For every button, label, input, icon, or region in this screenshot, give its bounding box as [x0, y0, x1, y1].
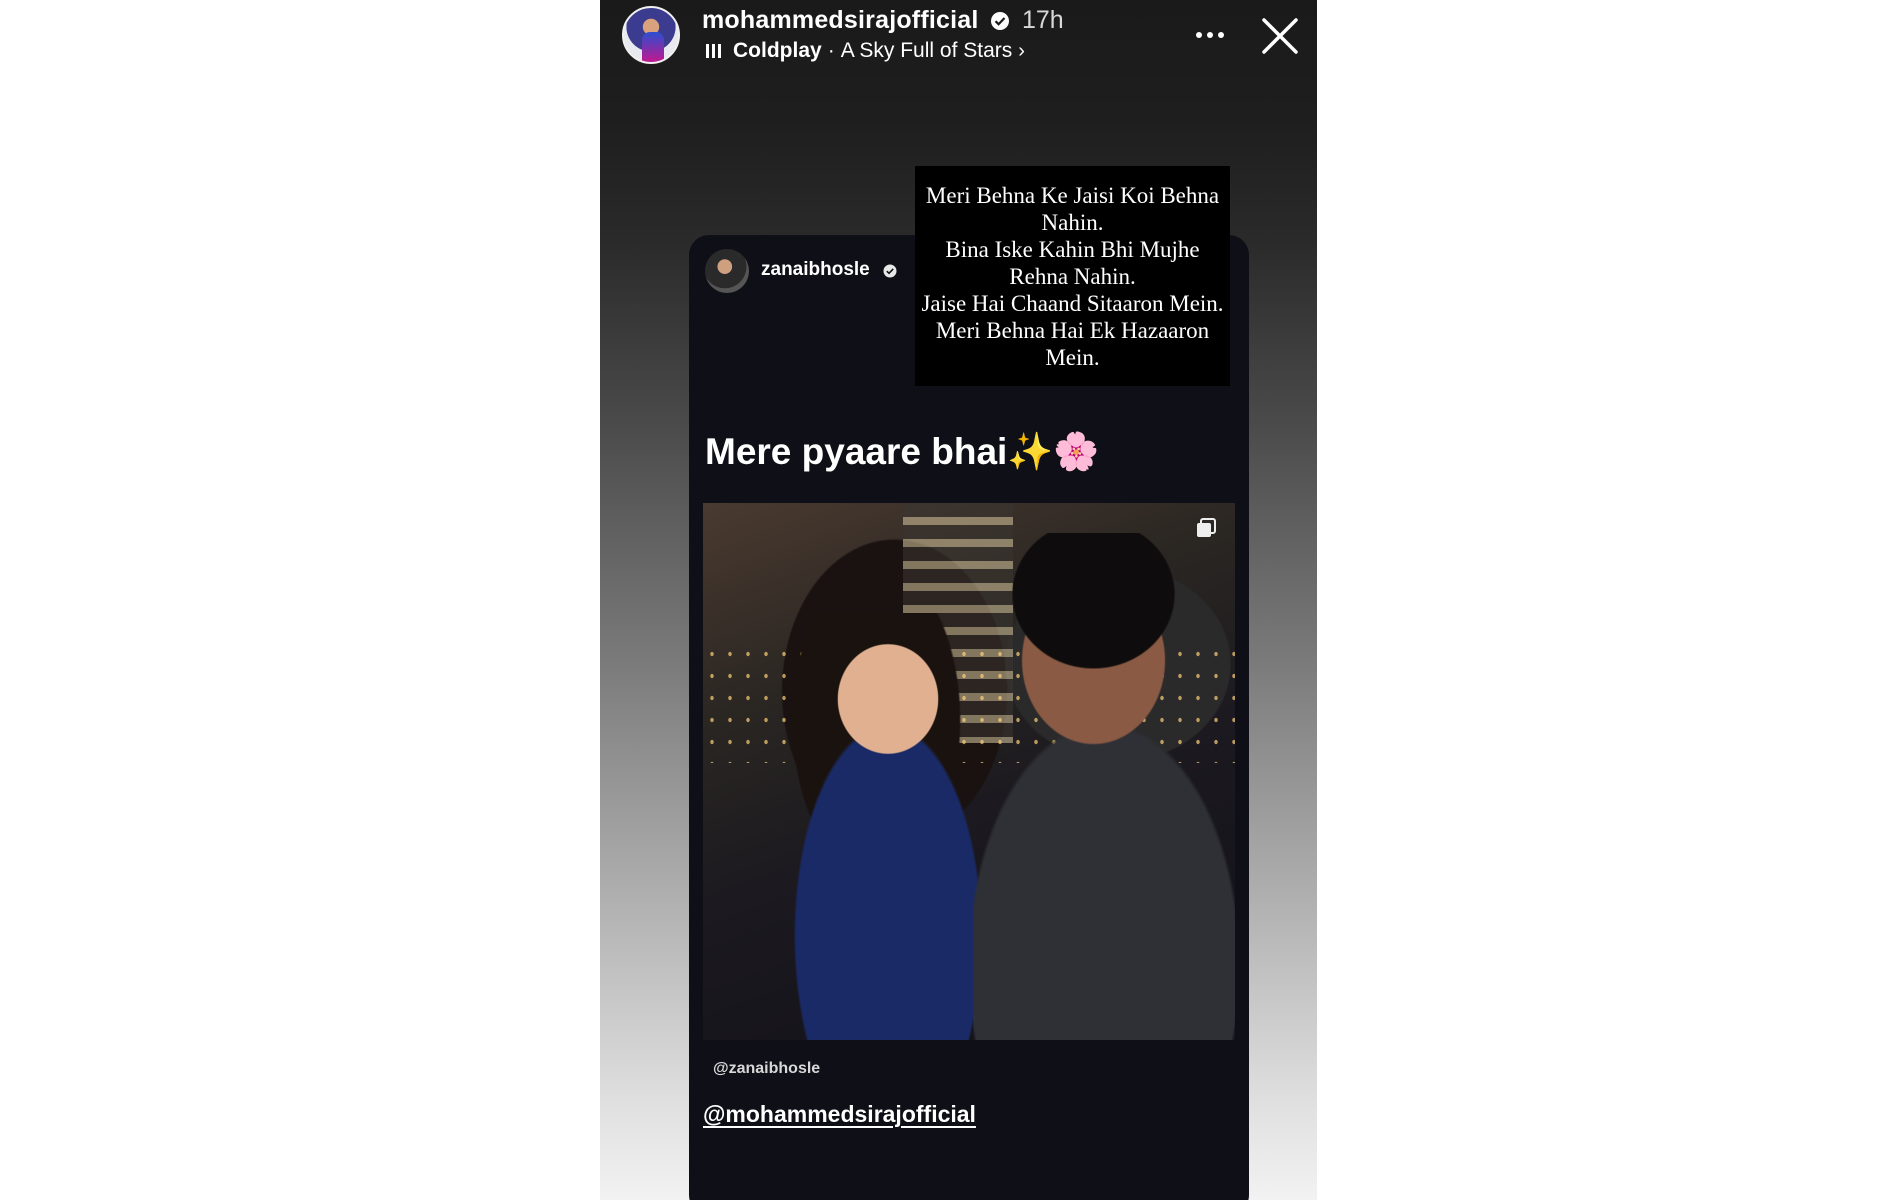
shared-post-caption: Mere pyaare bhai✨🌸	[705, 431, 1100, 472]
chevron-right-icon: ›	[1018, 39, 1025, 62]
sticker-line: Meri Behna Ke Jaisi Koi Behna Nahin.	[925, 182, 1220, 235]
more-options-button[interactable]	[1190, 20, 1230, 50]
music-attribution[interactable]: Coldplay · A Sky Full of Stars ›	[706, 39, 1025, 63]
shared-post-username[interactable]: zanaibhosle	[761, 259, 870, 281]
verified-badge-icon	[883, 264, 897, 278]
shared-post-avatar[interactable]	[705, 249, 749, 293]
story-username[interactable]: mohammedsirajofficial	[702, 6, 979, 35]
sticker-line: Jaise Hai Chaand Sitaaron Mein.	[921, 290, 1224, 316]
multiple-photos-icon	[1197, 518, 1216, 537]
story-timestamp: 17h	[1022, 6, 1064, 34]
story-viewer[interactable]: mohammedsirajofficial 17h Coldplay · A S…	[600, 0, 1317, 1200]
shared-post-photo[interactable]	[703, 503, 1235, 1040]
music-bars-icon	[706, 44, 721, 58]
music-separator: ·	[827, 39, 835, 62]
music-song: A Sky Full of Stars	[840, 39, 1013, 62]
sticker-line: Meri Behna Hai Ek Hazaaron Mein.	[935, 317, 1210, 370]
mention-link[interactable]: @mohammedsirajofficial	[703, 1101, 976, 1128]
more-options-icon	[1196, 32, 1202, 38]
verified-badge-icon	[991, 12, 1009, 30]
sticker-line: Bina Iske Kahin Bhi Mujhe Rehna Nahin.	[945, 236, 1200, 289]
music-artist: Coldplay	[733, 39, 822, 62]
photo-author-tag[interactable]: @zanaibhosle	[713, 1060, 820, 1078]
close-icon[interactable]	[1260, 16, 1300, 56]
text-sticker: Meri Behna Ke Jaisi Koi Behna Nahin. Bin…	[915, 166, 1230, 386]
profile-avatar[interactable]	[622, 6, 680, 64]
